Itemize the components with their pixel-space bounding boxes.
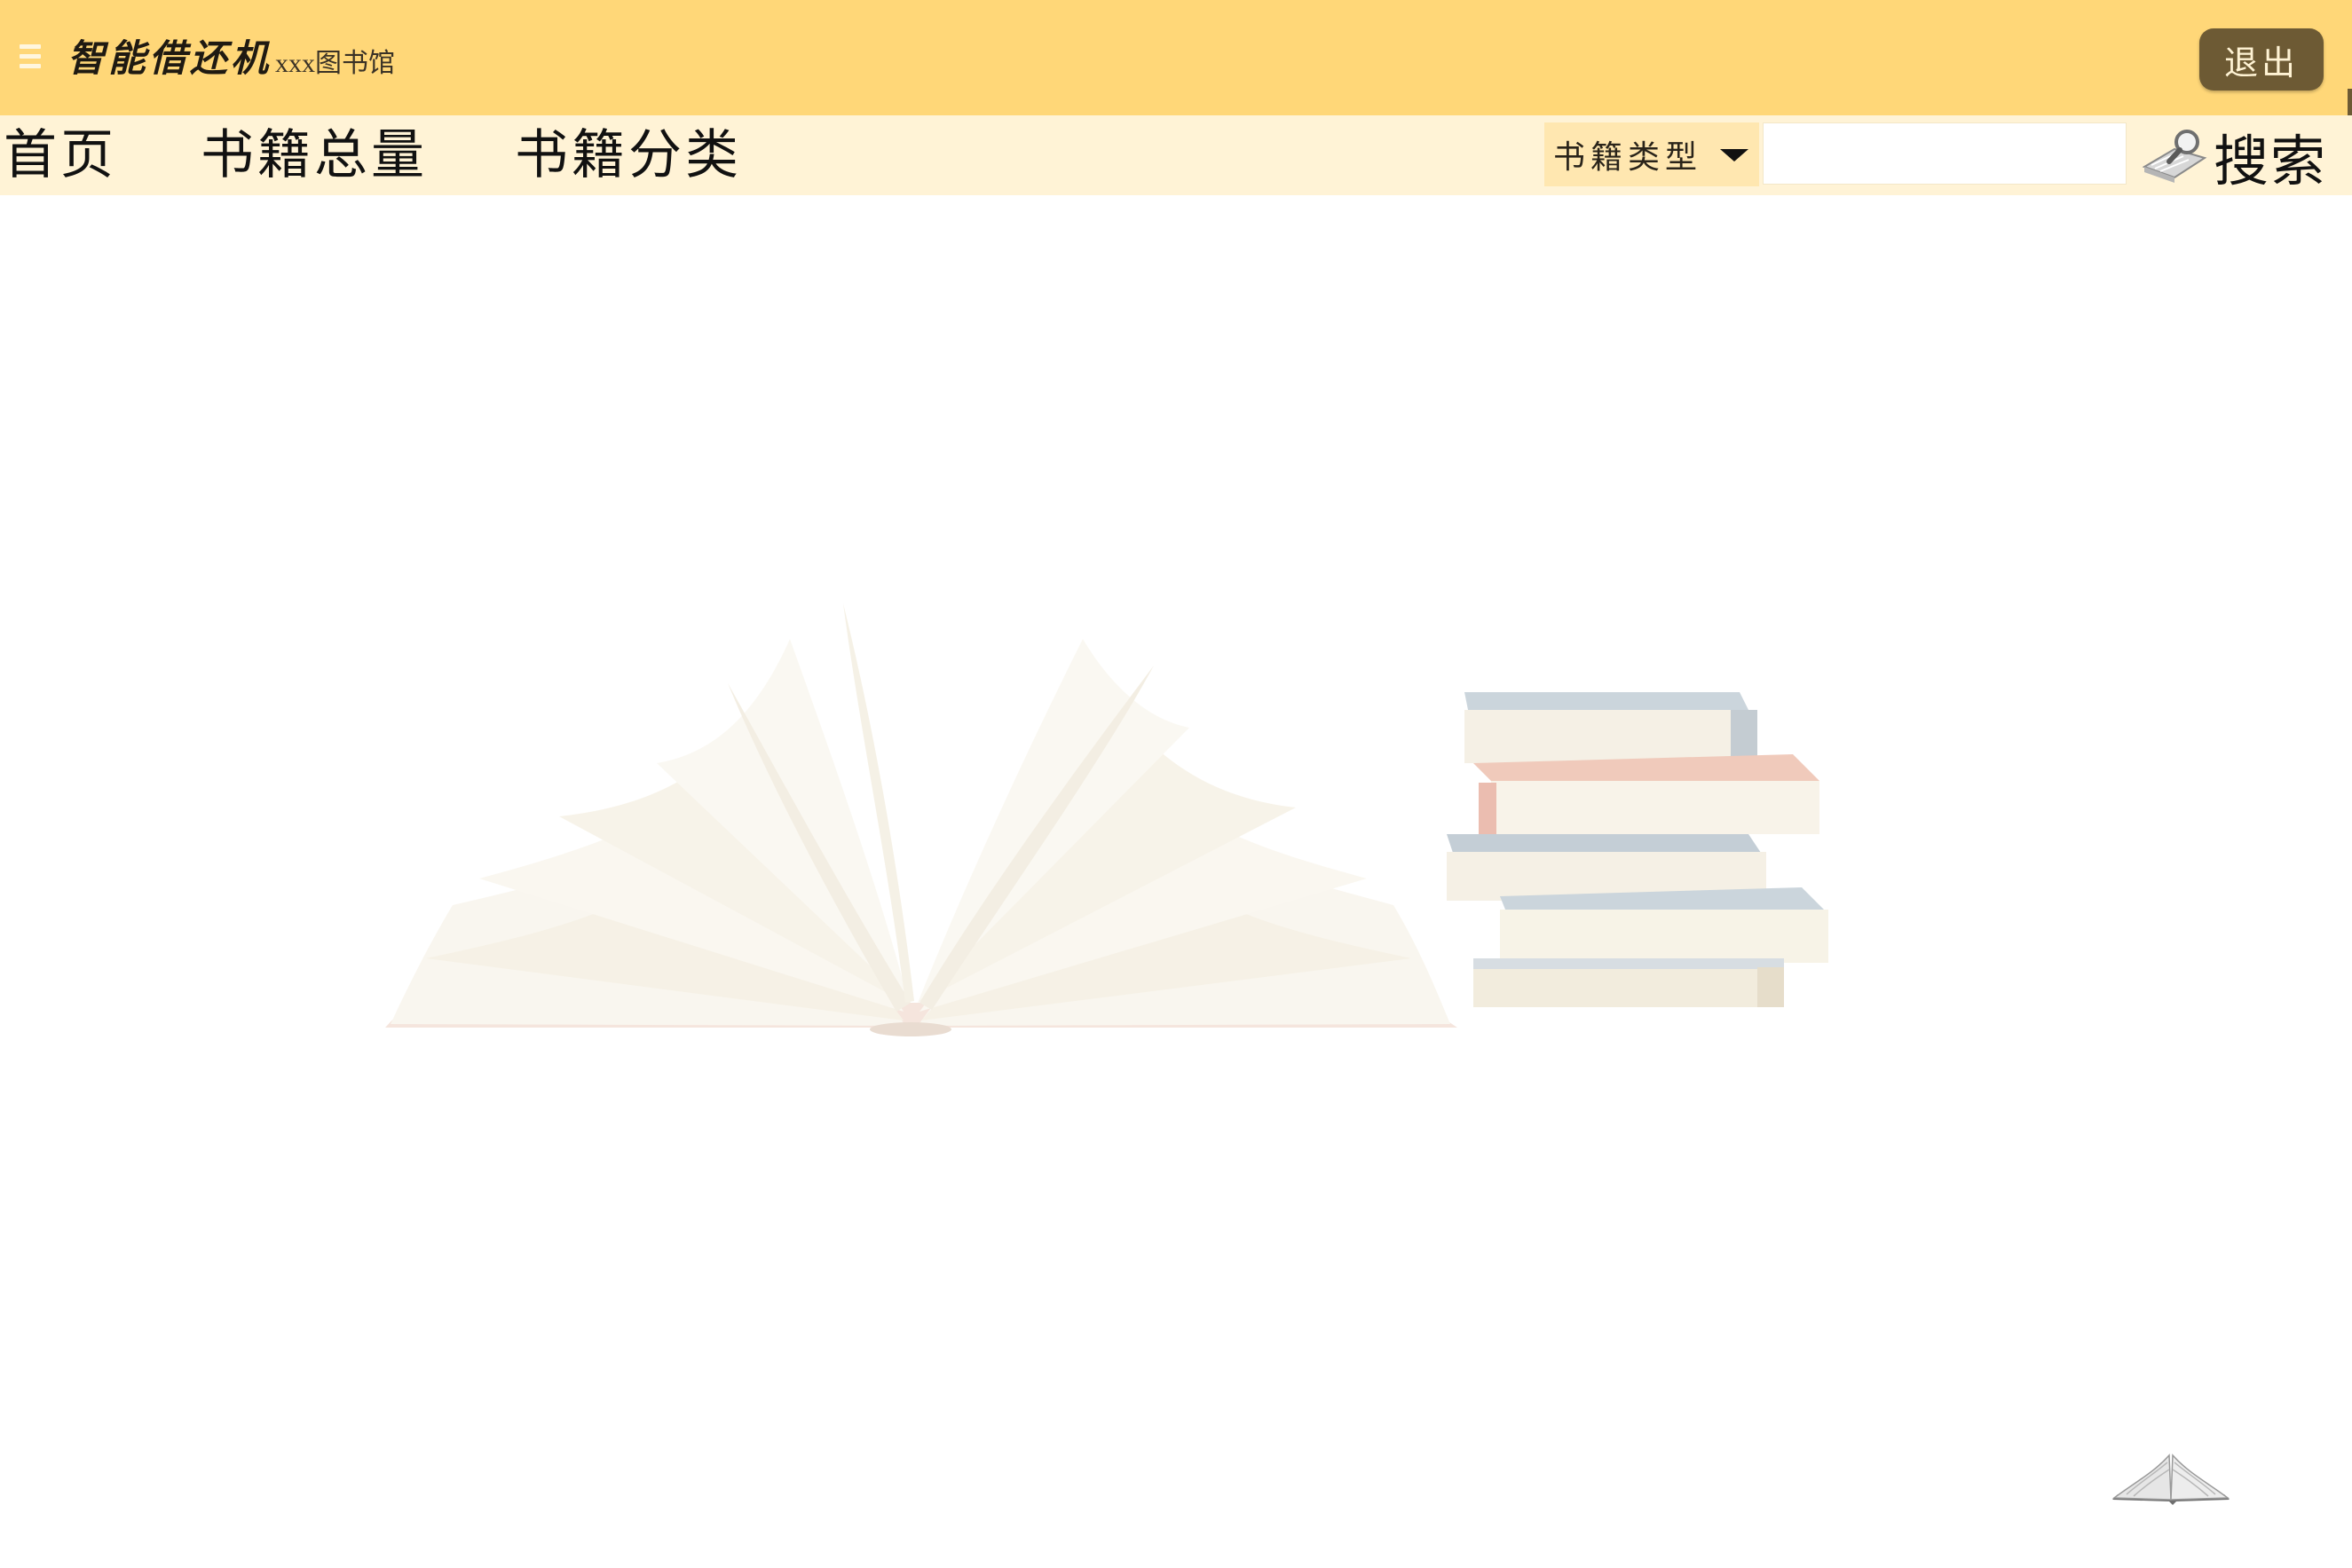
logout-button[interactable]: 退出: [2199, 28, 2324, 91]
nav-item-book-category[interactable]: 书籍分类: [515, 115, 742, 195]
open-book-icon: [2111, 1454, 2230, 1505]
nav-item-home[interactable]: 首页: [4, 115, 117, 195]
search-input[interactable]: [1763, 122, 2127, 185]
brand-title: 智能借还机: [67, 36, 272, 80]
nav-item-book-total[interactable]: 书籍总量: [201, 115, 428, 195]
nav-bar: 首页 书籍总量 书籍分类 书籍类型 搜索: [0, 115, 2352, 195]
brand-subtitle: xxx图书馆: [275, 49, 396, 78]
book-type-select-value: 书籍类型: [1553, 139, 1703, 176]
open-book-and-book-stack-illustration: [385, 603, 1828, 1036]
hamburger-menu-icon[interactable]: [20, 44, 41, 69]
search-magnifier-icon: [2142, 130, 2207, 183]
chevron-down-icon: [1720, 149, 1748, 162]
header-bar: 智能借还机 xxx图书馆 退出: [0, 0, 2352, 115]
search-button-label: 搜索: [2214, 129, 2328, 193]
brand: 智能借还机 xxx图书馆: [67, 32, 395, 85]
search-button[interactable]: 搜索: [2139, 121, 2327, 193]
book-type-select[interactable]: 书籍类型: [1544, 122, 1759, 186]
